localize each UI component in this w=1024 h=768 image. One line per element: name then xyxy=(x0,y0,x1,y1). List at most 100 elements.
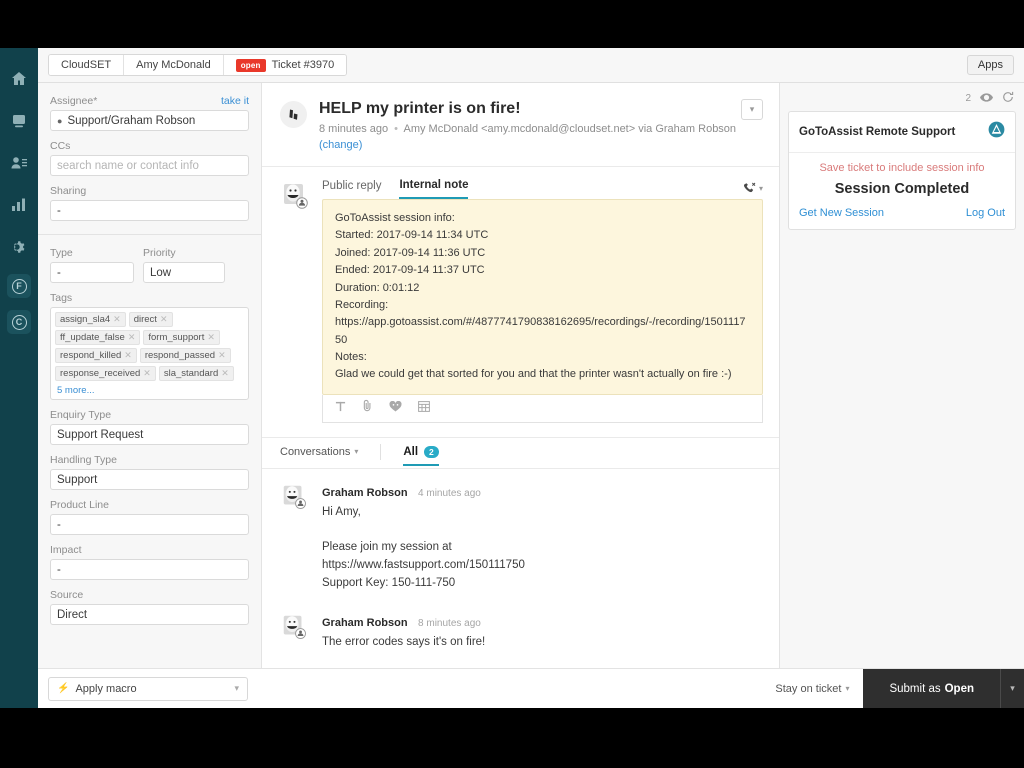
tags-more-link[interactable]: 5 more... xyxy=(55,384,97,397)
home-icon[interactable] xyxy=(5,64,33,94)
chevron-down-icon[interactable]: ▾ xyxy=(234,683,239,694)
sharing-label: Sharing xyxy=(50,185,87,197)
tag-chip[interactable]: form_support ✕ xyxy=(143,330,220,345)
tag-chip[interactable]: respond_killed ✕ xyxy=(55,348,137,363)
log-out-link[interactable]: Log Out xyxy=(966,207,1005,219)
ticket-options-button[interactable]: ▾ xyxy=(741,99,763,120)
take-it-link[interactable]: take it xyxy=(221,95,249,107)
tag-chip[interactable]: ff_update_false ✕ xyxy=(55,330,141,345)
product-line-input[interactable]: - xyxy=(50,514,249,535)
tag-chip[interactable]: respond_passed ✕ xyxy=(139,348,231,363)
emoji-icon[interactable] xyxy=(389,399,402,417)
conversations-filter[interactable]: Conversations ▾ xyxy=(280,446,358,466)
global-nav-rail: F C xyxy=(0,48,38,708)
tags-label: Tags xyxy=(50,292,73,304)
tab-all-conversations[interactable]: All 2 xyxy=(403,445,439,466)
internal-note-editor[interactable]: GoToAssist session info: Started: 2017-0… xyxy=(322,199,763,395)
settings-icon[interactable] xyxy=(5,232,33,262)
app-window: F C CloudSET Amy McDonald open Ticket #3… xyxy=(0,48,1024,708)
tab-internal-note[interactable]: Internal note xyxy=(399,177,469,200)
tag-remove-icon[interactable]: ✕ xyxy=(207,332,215,343)
product-line-field: Product Line - xyxy=(50,499,249,535)
message-author: Graham Robson xyxy=(322,486,408,499)
get-new-session-link[interactable]: Get New Session xyxy=(799,207,884,219)
assignee-input[interactable]: ● Support/Graham Robson xyxy=(50,110,249,131)
tag-label: sla_standard xyxy=(163,368,219,379)
chevron-down-icon[interactable]: ▾ xyxy=(845,684,849,693)
submit-options-button[interactable]: ▾ xyxy=(1000,668,1024,708)
impact-input[interactable]: - xyxy=(50,559,249,580)
message-content: Graham Robson 8 minutes ago The error co… xyxy=(322,613,485,652)
ticket-header: HELP my printer is on fire! 8 minutes ag… xyxy=(262,83,779,166)
submit-state-label: Open xyxy=(944,682,974,695)
message-body: The error codes says it's on fire! xyxy=(322,635,486,648)
tag-remove-icon[interactable]: ✕ xyxy=(124,350,132,361)
ticket-properties-sidebar: Assignee* take it ● Support/Graham Robso… xyxy=(38,83,262,668)
tag-remove-icon[interactable]: ✕ xyxy=(143,368,151,379)
tag-remove-icon[interactable]: ✕ xyxy=(113,314,121,325)
source-input[interactable]: Direct xyxy=(50,604,249,625)
apply-macro-label: Apply macro xyxy=(75,682,137,695)
apply-macro-select[interactable]: ⚡ Apply macro ▾ xyxy=(48,676,248,701)
tag-label: respond_passed xyxy=(144,350,216,361)
refresh-icon[interactable] xyxy=(1002,91,1014,106)
tag-chip[interactable]: direct ✕ xyxy=(128,312,173,327)
channel-selector[interactable]: ▾ xyxy=(743,182,763,195)
gotoassist-card: GoToAssist Remote Support Save ticket to… xyxy=(788,111,1016,230)
customers-icon[interactable] xyxy=(5,148,33,178)
tickets-icon[interactable] xyxy=(5,106,33,136)
apps-panel: 2 GoToAssist Remote Support Save ticket … xyxy=(780,83,1024,668)
breadcrumb-ticket[interactable]: open Ticket #3970 xyxy=(223,55,347,75)
message-content: Graham Robson 4 minutes ago Hi Amy, Plea… xyxy=(322,483,525,593)
tag-chip[interactable]: assign_sla4 ✕ xyxy=(55,312,126,327)
sharing-input[interactable]: - xyxy=(50,200,249,221)
priority-value: Low xyxy=(150,266,172,279)
composer-toolbar xyxy=(322,394,763,423)
stay-on-ticket-select[interactable]: Stay on ticket ▾ xyxy=(775,683,849,695)
message-time: 4 minutes ago xyxy=(418,487,481,499)
attachment-icon[interactable] xyxy=(362,399,373,417)
text-format-icon[interactable] xyxy=(335,399,346,417)
breadcrumb-customer[interactable]: Amy McDonald xyxy=(124,55,224,75)
table-icon[interactable] xyxy=(418,399,430,417)
ticket-meta: 8 minutes ago • Amy McDonald <amy.mcdona… xyxy=(319,122,736,154)
ccs-field: CCs search name or contact info xyxy=(50,140,249,176)
type-input[interactable]: - xyxy=(50,262,134,283)
ccs-input[interactable]: search name or contact info xyxy=(50,155,249,176)
tag-remove-icon[interactable]: ✕ xyxy=(218,350,226,361)
change-requester-link[interactable]: (change) xyxy=(319,139,362,151)
enquiry-type-input[interactable]: Support Request xyxy=(50,424,249,445)
tag-label: ff_update_false xyxy=(60,332,125,343)
chevron-down-icon[interactable]: ▾ xyxy=(759,184,763,193)
message-list: Graham Robson 4 minutes ago Hi Amy, Plea… xyxy=(262,467,779,652)
tag-chip[interactable]: sla_standard ✕ xyxy=(158,366,234,381)
assignee-field: Assignee* take it ● Support/Graham Robso… xyxy=(50,95,249,131)
message-header: Graham Robson 4 minutes ago xyxy=(322,483,525,501)
tag-chip[interactable]: response_received ✕ xyxy=(55,366,156,381)
tab-public-reply[interactable]: Public reply xyxy=(322,178,381,198)
chevron-down-icon[interactable]: ▾ xyxy=(354,447,358,456)
status-badge: open xyxy=(235,58,266,72)
tags-box[interactable]: assign_sla4 ✕ direct ✕ ff_update_false ✕ fo… xyxy=(50,307,249,400)
tag-remove-icon[interactable]: ✕ xyxy=(160,314,168,325)
enquiry-type-label: Enquiry Type xyxy=(50,409,112,421)
tag-remove-icon[interactable]: ✕ xyxy=(221,368,229,379)
tag-remove-icon[interactable]: ✕ xyxy=(128,332,136,343)
type-priority-row: Type - Priority Low xyxy=(50,247,249,283)
app-c-badge[interactable]: C xyxy=(7,310,31,334)
session-status: Session Completed xyxy=(834,181,970,197)
message-body: Hi Amy, Please join my session at https:… xyxy=(322,505,525,590)
app-f-badge[interactable]: F xyxy=(7,274,31,298)
composer-area: Public reply Internal note ▾ GoToAssist … xyxy=(262,166,779,437)
handling-type-input[interactable]: Support xyxy=(50,469,249,490)
submit-button[interactable]: Submit as Open xyxy=(863,668,1000,708)
apps-button[interactable]: Apps xyxy=(966,55,1014,75)
reports-icon[interactable] xyxy=(5,190,33,220)
page-title: HELP my printer is on fire! xyxy=(319,100,521,117)
breadcrumb-brand[interactable]: CloudSET xyxy=(49,55,125,75)
list-item: Graham Robson 4 minutes ago Hi Amy, Plea… xyxy=(280,483,763,593)
avatar xyxy=(280,483,308,511)
priority-input[interactable]: Low xyxy=(143,262,225,283)
composer: Public reply Internal note ▾ GoToAssist … xyxy=(322,177,763,423)
gotoassist-card-body: Save ticket to include session info Sess… xyxy=(789,153,1015,229)
